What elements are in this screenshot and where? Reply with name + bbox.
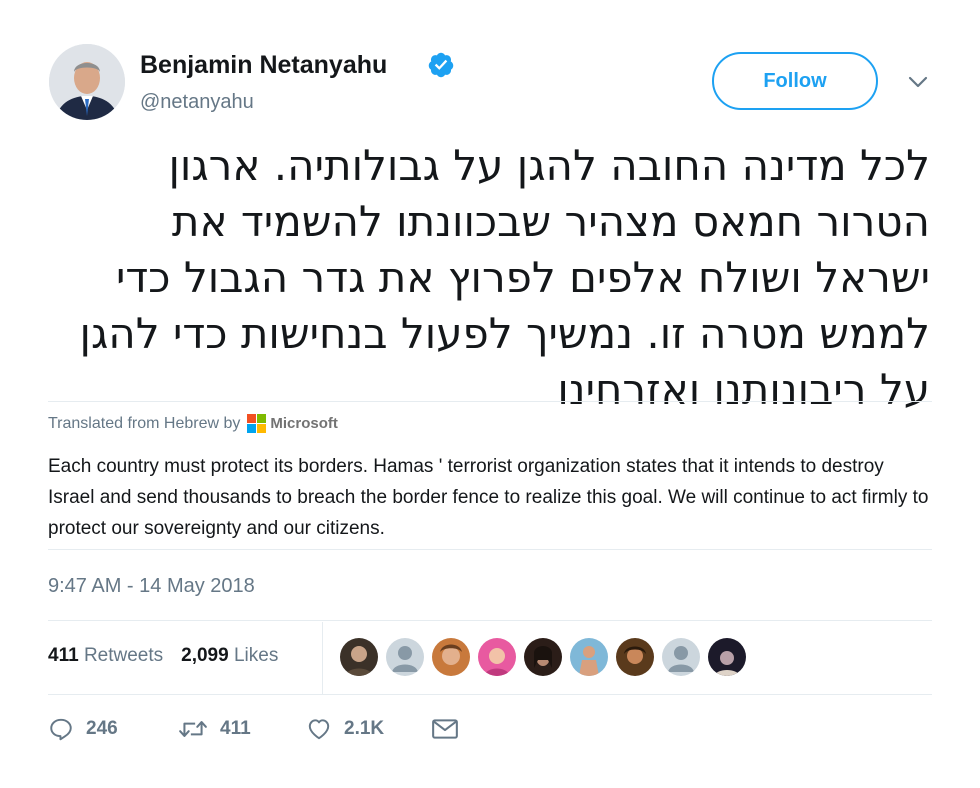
- liker-avatar[interactable]: [432, 638, 470, 676]
- divider: [48, 401, 932, 402]
- profile-avatar-image: [49, 44, 125, 120]
- translated-from-label: Translated from Hebrew by: [48, 414, 241, 432]
- retweets-stat[interactable]: 411 Retweets: [48, 645, 163, 667]
- translator-name[interactable]: Microsoft: [270, 415, 338, 432]
- divider: [48, 549, 932, 550]
- liker-avatar[interactable]: [708, 638, 746, 676]
- heart-icon: [308, 719, 330, 740]
- profile-avatar[interactable]: [49, 44, 125, 120]
- retweet-button[interactable]: 411: [178, 716, 306, 742]
- follow-button[interactable]: Follow: [712, 52, 878, 110]
- tweet-text-hebrew: לכל מדינה החובה להגן על גבולותיה. ארגון …: [79, 141, 930, 414]
- user-display-name[interactable]: Benjamin Netanyahu: [140, 51, 387, 80]
- likes-stat[interactable]: 2,099 Likes: [181, 645, 278, 667]
- user-handle[interactable]: @netanyahu: [140, 91, 254, 114]
- tweet-stats: 411 Retweets 2,099 Likes: [48, 645, 278, 667]
- retweets-label: Retweets: [83, 645, 164, 666]
- translation-attribution: Translated from Hebrew by Microsoft: [48, 414, 338, 433]
- envelope-icon: [432, 719, 458, 739]
- likes-label: Likes: [233, 645, 279, 666]
- liker-avatar[interactable]: [340, 638, 378, 676]
- liker-avatar[interactable]: [662, 638, 700, 676]
- liker-avatar[interactable]: [386, 638, 424, 676]
- verified-badge-icon: [428, 52, 454, 78]
- reply-count: 246: [86, 718, 118, 739]
- liker-avatar[interactable]: [524, 638, 562, 676]
- tweet-actions: 246 411 2.1K: [48, 716, 471, 742]
- reply-button[interactable]: 246: [48, 716, 178, 742]
- retweet-count: 411: [220, 718, 251, 739]
- likers-avatars: [340, 638, 746, 676]
- retweets-count: 411: [48, 645, 79, 666]
- liker-avatar[interactable]: [478, 638, 516, 676]
- chevron-down-icon[interactable]: [906, 70, 930, 94]
- divider: [48, 620, 932, 621]
- tweet-timestamp[interactable]: 9:47 AM - 14 May 2018: [48, 575, 255, 598]
- microsoft-logo-icon: [247, 414, 267, 433]
- liker-avatar[interactable]: [616, 638, 654, 676]
- like-button[interactable]: 2.1K: [306, 716, 431, 742]
- direct-message-button[interactable]: [431, 717, 471, 741]
- reply-icon: [50, 718, 72, 741]
- tweet-translation: Each country must protect its borders. H…: [48, 456, 929, 539]
- like-count: 2.1K: [344, 718, 385, 739]
- stats-divider: [322, 622, 323, 694]
- likes-count: 2,099: [181, 645, 229, 666]
- divider: [48, 694, 932, 695]
- retweet-icon: [179, 721, 207, 737]
- liker-avatar[interactable]: [570, 638, 608, 676]
